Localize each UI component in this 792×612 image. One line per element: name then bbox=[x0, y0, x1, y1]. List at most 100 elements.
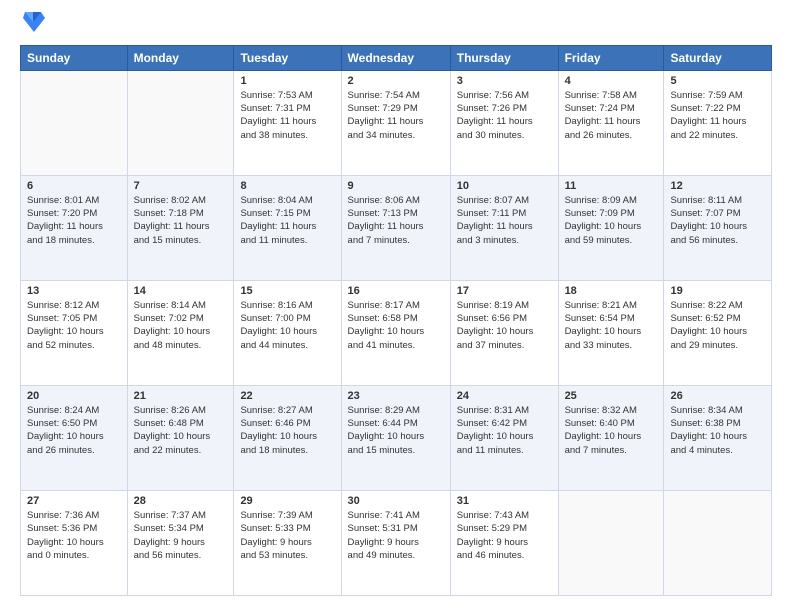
day-cell: 13 Sunrise: 8:12 AM Sunset: 7:05 PM Dayli… bbox=[21, 280, 128, 385]
day-number: 16 bbox=[348, 285, 444, 297]
day-cell: 21 Sunrise: 8:26 AM Sunset: 6:48 PM Dayli… bbox=[127, 385, 234, 490]
day-cell: 26 Sunrise: 8:34 AM Sunset: 6:38 PM Dayli… bbox=[664, 385, 772, 490]
day-cell: 20 Sunrise: 8:24 AM Sunset: 6:50 PM Dayli… bbox=[21, 385, 128, 490]
day-info: Sunrise: 8:21 AM Sunset: 6:54 PM Dayligh… bbox=[565, 299, 658, 352]
day-cell: 19 Sunrise: 8:22 AM Sunset: 6:52 PM Dayli… bbox=[664, 280, 772, 385]
day-cell: 24Sunrise: 8:31 AM Sunset: 6:42 PM Dayli… bbox=[450, 385, 558, 490]
day-number: 5 bbox=[670, 75, 765, 87]
day-number: 22 bbox=[240, 390, 334, 402]
day-info: Sunrise: 8:29 AM Sunset: 6:44 PM Dayligh… bbox=[348, 404, 444, 457]
day-number: 7 bbox=[134, 180, 228, 192]
day-cell: 8 Sunrise: 8:04 AM Sunset: 7:15 PM Daylig… bbox=[234, 175, 341, 280]
day-number: 12 bbox=[670, 180, 765, 192]
day-number: 28 bbox=[134, 495, 228, 507]
day-info: Sunrise: 8:14 AM Sunset: 7:02 PM Dayligh… bbox=[134, 299, 228, 352]
day-info: Sunrise: 7:39 AM Sunset: 5:33 PM Dayligh… bbox=[240, 509, 334, 562]
col-wednesday: Wednesday bbox=[341, 45, 450, 70]
day-number: 4 bbox=[565, 75, 658, 87]
day-cell: 18 Sunrise: 8:21 AM Sunset: 6:54 PM Dayli… bbox=[558, 280, 664, 385]
day-info: Sunrise: 8:07 AM Sunset: 7:11 PM Dayligh… bbox=[457, 194, 552, 247]
day-info: Sunrise: 7:43 AM Sunset: 5:29 PM Dayligh… bbox=[457, 509, 552, 562]
day-number: 3 bbox=[457, 75, 552, 87]
day-info: Sunrise: 8:24 AM Sunset: 6:50 PM Dayligh… bbox=[27, 404, 121, 457]
day-number: 13 bbox=[27, 285, 121, 297]
day-number: 30 bbox=[348, 495, 444, 507]
day-cell: 16 Sunrise: 8:17 AM Sunset: 6:58 PM Dayli… bbox=[341, 280, 450, 385]
day-cell bbox=[21, 70, 128, 175]
day-cell: 6 Sunrise: 8:01 AM Sunset: 7:20 PM Daylig… bbox=[21, 175, 128, 280]
day-number: 6 bbox=[27, 180, 121, 192]
day-number: 9 bbox=[348, 180, 444, 192]
day-info: Sunrise: 7:41 AM Sunset: 5:31 PM Dayligh… bbox=[348, 509, 444, 562]
day-info: Sunrise: 8:12 AM Sunset: 7:05 PM Dayligh… bbox=[27, 299, 121, 352]
week-row-3: 13 Sunrise: 8:12 AM Sunset: 7:05 PM Dayli… bbox=[21, 280, 772, 385]
header bbox=[20, 16, 772, 35]
day-cell: 27Sunrise: 7:36 AM Sunset: 5:36 PM Dayli… bbox=[21, 490, 128, 595]
day-info: Sunrise: 8:26 AM Sunset: 6:48 PM Dayligh… bbox=[134, 404, 228, 457]
day-number: 29 bbox=[240, 495, 334, 507]
week-row-1: 1Sunrise: 7:53 AM Sunset: 7:31 PM Daylig… bbox=[21, 70, 772, 175]
day-number: 2 bbox=[348, 75, 444, 87]
day-info: Sunrise: 8:16 AM Sunset: 7:00 PM Dayligh… bbox=[240, 299, 334, 352]
day-info: Sunrise: 7:36 AM Sunset: 5:36 PM Dayligh… bbox=[27, 509, 121, 562]
logo-icon bbox=[23, 8, 45, 34]
calendar-table: Sunday Monday Tuesday Wednesday Thursday… bbox=[20, 45, 772, 596]
day-number: 20 bbox=[27, 390, 121, 402]
day-cell: 5 Sunrise: 7:59 AM Sunset: 7:22 PM Daylig… bbox=[664, 70, 772, 175]
day-cell: 9 Sunrise: 8:06 AM Sunset: 7:13 PM Daylig… bbox=[341, 175, 450, 280]
day-info: Sunrise: 8:17 AM Sunset: 6:58 PM Dayligh… bbox=[348, 299, 444, 352]
day-info: Sunrise: 8:32 AM Sunset: 6:40 PM Dayligh… bbox=[565, 404, 658, 457]
day-number: 8 bbox=[240, 180, 334, 192]
col-thursday: Thursday bbox=[450, 45, 558, 70]
day-number: 25 bbox=[565, 390, 658, 402]
week-row-5: 27Sunrise: 7:36 AM Sunset: 5:36 PM Dayli… bbox=[21, 490, 772, 595]
calendar-header-row: Sunday Monday Tuesday Wednesday Thursday… bbox=[21, 45, 772, 70]
day-info: Sunrise: 8:06 AM Sunset: 7:13 PM Dayligh… bbox=[348, 194, 444, 247]
week-row-4: 20 Sunrise: 8:24 AM Sunset: 6:50 PM Dayli… bbox=[21, 385, 772, 490]
week-row-2: 6 Sunrise: 8:01 AM Sunset: 7:20 PM Daylig… bbox=[21, 175, 772, 280]
day-cell: 14 Sunrise: 8:14 AM Sunset: 7:02 PM Dayli… bbox=[127, 280, 234, 385]
day-number: 26 bbox=[670, 390, 765, 402]
col-sunday: Sunday bbox=[21, 45, 128, 70]
day-cell bbox=[127, 70, 234, 175]
day-info: Sunrise: 8:09 AM Sunset: 7:09 PM Dayligh… bbox=[565, 194, 658, 247]
day-cell: 12 Sunrise: 8:11 AM Sunset: 7:07 PM Dayli… bbox=[664, 175, 772, 280]
day-cell: 7Sunrise: 8:02 AM Sunset: 7:18 PM Daylig… bbox=[127, 175, 234, 280]
day-info: Sunrise: 8:34 AM Sunset: 6:38 PM Dayligh… bbox=[670, 404, 765, 457]
day-info: Sunrise: 8:01 AM Sunset: 7:20 PM Dayligh… bbox=[27, 194, 121, 247]
day-info: Sunrise: 8:19 AM Sunset: 6:56 PM Dayligh… bbox=[457, 299, 552, 352]
day-number: 24 bbox=[457, 390, 552, 402]
day-cell: 3 Sunrise: 7:56 AM Sunset: 7:26 PM Daylig… bbox=[450, 70, 558, 175]
day-info: Sunrise: 8:22 AM Sunset: 6:52 PM Dayligh… bbox=[670, 299, 765, 352]
day-cell: 2 Sunrise: 7:54 AM Sunset: 7:29 PM Daylig… bbox=[341, 70, 450, 175]
day-cell: 11 Sunrise: 8:09 AM Sunset: 7:09 PM Dayli… bbox=[558, 175, 664, 280]
day-cell: 25 Sunrise: 8:32 AM Sunset: 6:40 PM Dayli… bbox=[558, 385, 664, 490]
day-info: Sunrise: 8:04 AM Sunset: 7:15 PM Dayligh… bbox=[240, 194, 334, 247]
day-number: 11 bbox=[565, 180, 658, 192]
day-info: Sunrise: 7:59 AM Sunset: 7:22 PM Dayligh… bbox=[670, 89, 765, 142]
day-number: 21 bbox=[134, 390, 228, 402]
day-number: 23 bbox=[348, 390, 444, 402]
day-cell: 30 Sunrise: 7:41 AM Sunset: 5:31 PM Dayli… bbox=[341, 490, 450, 595]
day-info: Sunrise: 7:37 AM Sunset: 5:34 PM Dayligh… bbox=[134, 509, 228, 562]
day-info: Sunrise: 8:27 AM Sunset: 6:46 PM Dayligh… bbox=[240, 404, 334, 457]
day-number: 17 bbox=[457, 285, 552, 297]
day-number: 14 bbox=[134, 285, 228, 297]
day-number: 10 bbox=[457, 180, 552, 192]
day-cell: 29 Sunrise: 7:39 AM Sunset: 5:33 PM Dayli… bbox=[234, 490, 341, 595]
day-number: 19 bbox=[670, 285, 765, 297]
day-cell: 28 Sunrise: 7:37 AM Sunset: 5:34 PM Dayli… bbox=[127, 490, 234, 595]
day-cell: 23 Sunrise: 8:29 AM Sunset: 6:44 PM Dayli… bbox=[341, 385, 450, 490]
day-info: Sunrise: 8:11 AM Sunset: 7:07 PM Dayligh… bbox=[670, 194, 765, 247]
day-info: Sunrise: 7:54 AM Sunset: 7:29 PM Dayligh… bbox=[348, 89, 444, 142]
day-number: 31 bbox=[457, 495, 552, 507]
day-cell: 17 Sunrise: 8:19 AM Sunset: 6:56 PM Dayli… bbox=[450, 280, 558, 385]
day-info: Sunrise: 7:56 AM Sunset: 7:26 PM Dayligh… bbox=[457, 89, 552, 142]
col-saturday: Saturday bbox=[664, 45, 772, 70]
day-number: 1 bbox=[240, 75, 334, 87]
logo bbox=[20, 16, 45, 35]
day-number: 15 bbox=[240, 285, 334, 297]
day-number: 18 bbox=[565, 285, 658, 297]
col-tuesday: Tuesday bbox=[234, 45, 341, 70]
day-cell: 15 Sunrise: 8:16 AM Sunset: 7:00 PM Dayli… bbox=[234, 280, 341, 385]
